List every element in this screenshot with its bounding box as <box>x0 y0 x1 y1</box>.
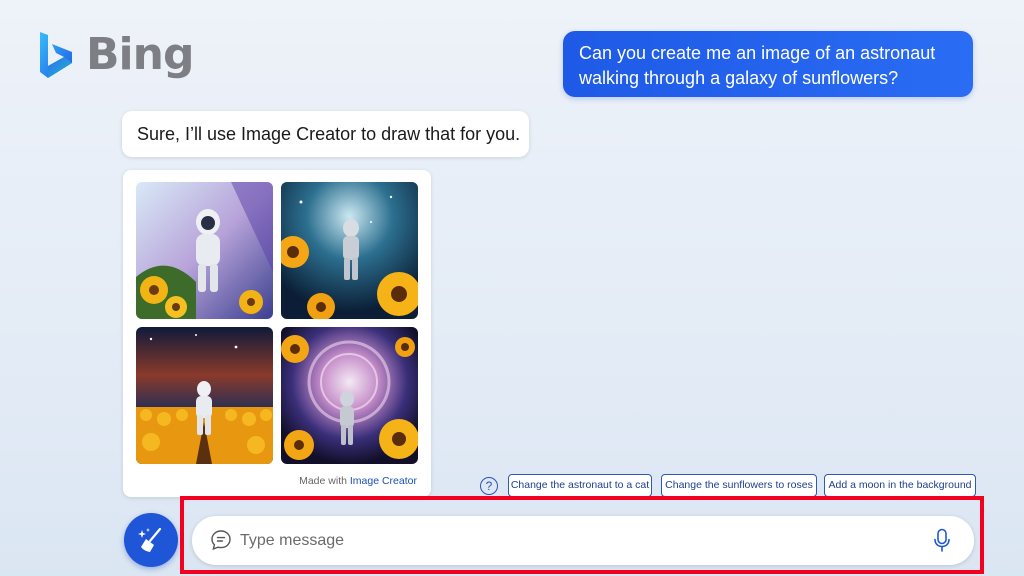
user-message: Can you create me an image of an astrona… <box>563 31 973 97</box>
suggestion-chip-moon[interactable]: Add a moon in the background <box>824 474 976 497</box>
brand-name: Bing <box>86 29 194 80</box>
new-topic-button[interactable] <box>124 513 178 567</box>
made-with-prefix: Made with <box>299 475 350 487</box>
broom-sparkle-icon <box>138 527 162 552</box>
bot-message: Sure, I’ll use Image Creator to draw tha… <box>122 111 529 157</box>
suggestion-chip-roses[interactable]: Change the sunflowers to roses <box>661 474 817 497</box>
help-icon[interactable]: ? <box>480 477 498 495</box>
generated-image-2[interactable] <box>281 182 418 319</box>
microphone-icon[interactable] <box>932 528 952 553</box>
suggestion-chip-cat[interactable]: Change the astronaut to a cat <box>508 474 652 497</box>
image-creator-link[interactable]: Image Creator <box>350 475 417 487</box>
generated-image-3[interactable] <box>136 327 273 464</box>
chat-bubble-icon <box>211 530 231 551</box>
bing-logo[interactable]: Bing <box>38 29 194 80</box>
generated-image-4[interactable] <box>281 327 418 464</box>
image-creator-card: Made with Image Creator <box>123 170 431 497</box>
message-input[interactable] <box>240 525 920 556</box>
bing-b-logo-icon <box>40 32 72 78</box>
made-with-caption: Made with Image Creator <box>299 475 417 487</box>
generated-image-1[interactable] <box>136 182 273 319</box>
message-composer[interactable] <box>192 516 974 565</box>
